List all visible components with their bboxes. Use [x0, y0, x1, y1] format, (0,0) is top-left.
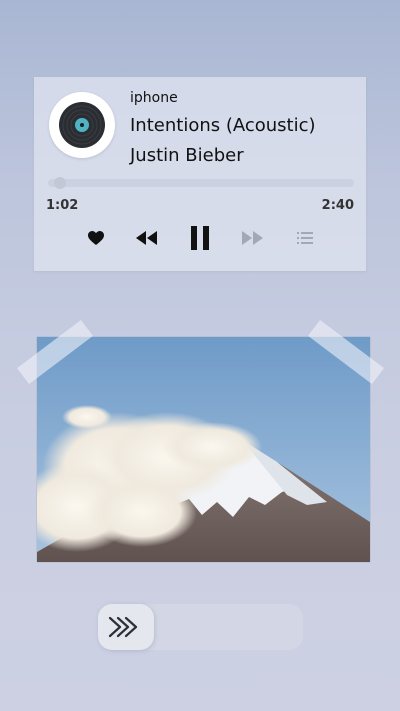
fast-forward-button[interactable]	[239, 225, 265, 251]
track-title: Intentions (Acoustic)	[130, 115, 316, 136]
playback-source: iphone	[130, 90, 178, 106]
double-chevron-right-icon	[108, 616, 138, 638]
fast-forward-icon	[242, 231, 263, 245]
elapsed-time: 1:02	[46, 198, 79, 213]
swipe-slider-handle[interactable]	[98, 604, 154, 650]
mountain-image	[17, 337, 370, 562]
playlist-button[interactable]	[294, 225, 316, 251]
like-button[interactable]	[84, 225, 108, 251]
progress-knob[interactable]	[53, 177, 66, 189]
pause-icon	[191, 226, 209, 250]
heart-icon	[88, 231, 104, 245]
list-icon	[297, 232, 313, 244]
rewind-icon	[136, 231, 157, 245]
total-time: 2:40	[321, 198, 354, 213]
pause-button[interactable]	[186, 225, 214, 251]
mountain-photo	[17, 337, 370, 562]
album-art	[49, 92, 115, 158]
track-artist: Justin Bieber	[130, 145, 244, 166]
vinyl-disc-icon	[59, 102, 105, 148]
progress-track[interactable]	[48, 179, 354, 187]
music-player-widget: iphone Intentions (Acoustic) Justin Bieb…	[34, 77, 366, 271]
rewind-button[interactable]	[134, 225, 160, 251]
